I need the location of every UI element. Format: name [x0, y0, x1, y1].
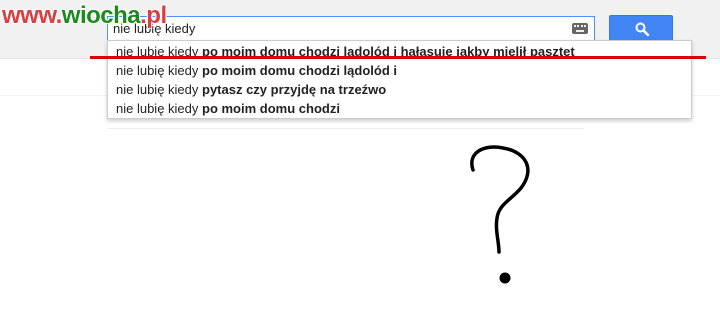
suggestion-completion: po moim domu chodzi [202, 101, 340, 116]
suggestion-item[interactable]: nie lubię kiedy po moim domu chodzi [108, 100, 691, 118]
suggestion-item[interactable]: nie lubię kiedy po moim domu chodzi lądo… [108, 62, 691, 80]
hand-drawn-question-mark [470, 145, 530, 284]
watermark-part-pl: .pl [140, 2, 167, 29]
suggestion-prefix: nie lubię kiedy [116, 82, 202, 97]
search-icon [635, 22, 649, 36]
result-area-outline [107, 128, 584, 129]
suggestion-completion: po moim domu chodzi lądolód i [202, 63, 397, 78]
suggestion-completion: pytasz czy przyjdę na trzeźwo [202, 82, 387, 97]
watermark-part-wiocha: wiocha [61, 2, 141, 29]
suggestion-item[interactable]: nie lubię kiedy pytasz czy przyjdę na tr… [108, 81, 691, 99]
watermark-part-www: www. [2, 2, 62, 29]
watermark-logo: www.wiocha.pl [2, 3, 167, 29]
search-button[interactable] [609, 15, 673, 42]
suggestion-prefix: nie lubię kiedy [116, 101, 202, 116]
search-input[interactable]: nie lubię kiedy [107, 16, 595, 41]
suggestion-prefix: nie lubię kiedy [116, 63, 202, 78]
red-highlight-line [90, 56, 706, 59]
autocomplete-dropdown: nie lubię kiedy po moim domu chodzi lądo… [107, 40, 692, 119]
keyboard-icon[interactable] [572, 23, 588, 34]
